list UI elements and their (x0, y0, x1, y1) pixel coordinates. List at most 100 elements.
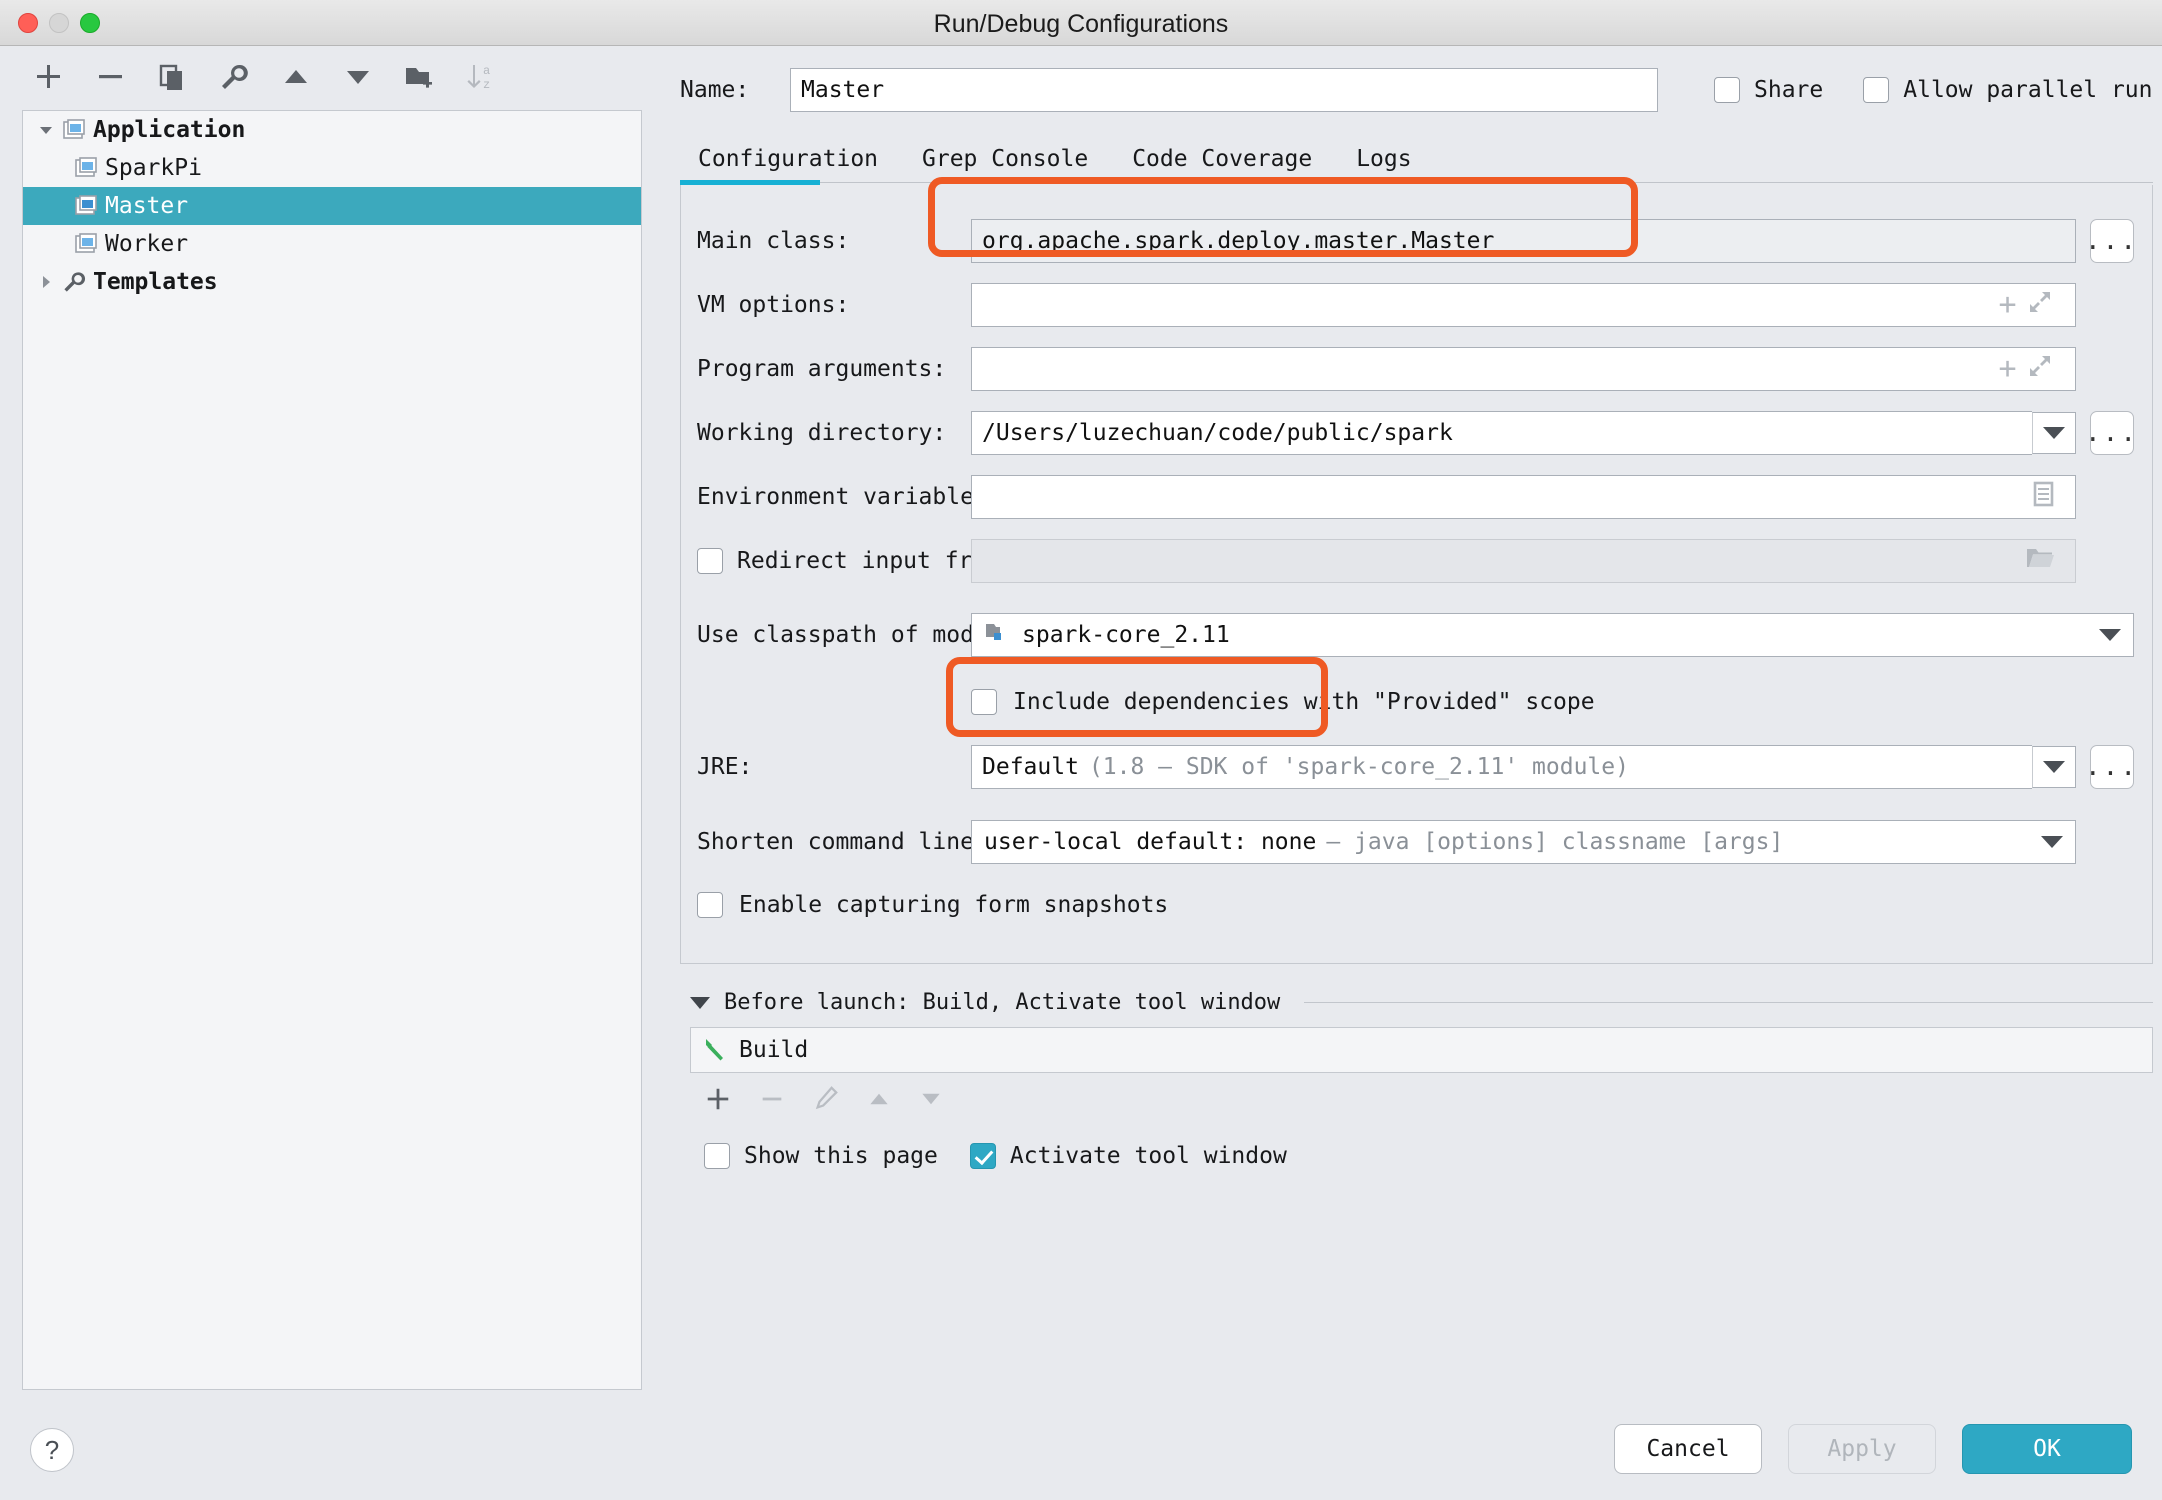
use-classpath-of-module-label: Use classpath of module: (697, 622, 1030, 648)
redirect-input-checkbox[interactable] (697, 548, 723, 574)
run-config-icon (71, 156, 101, 180)
expand-collapse-icon[interactable] (33, 122, 59, 138)
show-this-page-label: Show this page (744, 1143, 938, 1169)
remove-configuration-button[interactable] (90, 57, 130, 97)
add-configuration-button[interactable] (28, 57, 68, 97)
title-bar: Run/Debug Configurations (0, 0, 2162, 46)
help-button[interactable]: ? (30, 1428, 74, 1472)
move-into-folder-button[interactable] (400, 57, 440, 97)
jre-input[interactable]: Default (1.8 – SDK of 'spark-core_2.11' … (971, 745, 2032, 789)
configuration-tab-panel: Main class: org.apache.spark.deploy.mast… (680, 177, 2153, 964)
before-launch-section: Before launch: Build, Activate tool wind… (680, 990, 2153, 1169)
run-debug-configurations-dialog: Run/Debug Configurations a z Application… (0, 0, 2162, 1500)
macro-plus-icon[interactable]: + (1998, 354, 2016, 384)
before-launch-toolbar (690, 1073, 2153, 1129)
activate-tool-window-checkbox[interactable] (969, 1143, 996, 1169)
configurations-tree[interactable]: Application SparkPi Master Worker Templa… (22, 110, 642, 1390)
dialog-footer: ? Cancel Apply OK (0, 1382, 2162, 1500)
tree-node-worker[interactable]: Worker (23, 225, 641, 263)
chevron-down-icon (2042, 761, 2065, 773)
working-directory-row: Working directory: /Users/luzechuan/code… (681, 401, 2152, 465)
expand-icon[interactable] (2027, 353, 2053, 385)
allow-parallel-run-checkbox-row[interactable]: Allow parallel run (1863, 77, 2153, 103)
jre-dropdown-arrow[interactable] (2031, 746, 2076, 788)
module-combobox[interactable]: spark-core_2.11 (971, 613, 2134, 657)
before-launch-header[interactable]: Before launch: Build, Activate tool wind… (690, 990, 2153, 1015)
tree-node-label: Application (93, 117, 246, 143)
show-this-page-checkbox[interactable] (704, 1143, 730, 1169)
expand-collapse-icon[interactable] (33, 274, 59, 290)
ok-button[interactable]: OK (1962, 1424, 2132, 1474)
build-hammer-icon (701, 1034, 729, 1066)
expand-icon[interactable] (2027, 289, 2053, 321)
environment-variables-row: Environment variables: (681, 465, 2152, 529)
macro-plus-icon[interactable]: + (1998, 290, 2016, 320)
allow-parallel-run-checkbox[interactable] (1863, 77, 1890, 103)
name-input[interactable]: Master (790, 68, 1658, 112)
include-provided-checkbox[interactable] (971, 689, 997, 715)
add-task-button[interactable] (704, 1085, 732, 1117)
tree-node-label: Worker (105, 231, 189, 257)
chevron-down-icon (2040, 836, 2063, 848)
footer-buttons: Cancel Apply OK (1614, 1424, 2132, 1474)
editor-tabs[interactable]: Configuration Grep Console Code Coverage… (680, 136, 2153, 180)
remove-task-button[interactable] (758, 1085, 786, 1117)
enable-capturing-label: Enable capturing form snapshots (739, 892, 1169, 918)
folder-icon[interactable] (2025, 545, 2065, 577)
svg-text:z: z (483, 78, 490, 92)
share-checkbox[interactable] (1714, 77, 1740, 103)
move-task-down-button[interactable] (918, 1086, 944, 1116)
tree-node-master[interactable]: Master (23, 187, 641, 225)
enable-capturing-checkbox[interactable] (697, 892, 723, 918)
list-edit-icon[interactable] (2029, 480, 2065, 514)
configuration-editor-pane: Name: Master Share Allow parallel run Co… (660, 46, 2162, 1500)
move-down-button[interactable] (338, 57, 378, 97)
program-arguments-input[interactable]: + (971, 347, 2076, 391)
shorten-value-main: user-local default: none (984, 829, 1317, 855)
cancel-button[interactable]: Cancel (1614, 1424, 1762, 1474)
module-value: spark-core_2.11 (1022, 622, 1230, 648)
tree-node-sparkpi[interactable]: SparkPi (23, 149, 641, 187)
tab-code-coverage[interactable]: Code Coverage (1132, 146, 1312, 180)
working-directory-browse-button[interactable]: ... (2085, 411, 2136, 455)
chevron-down-icon (2042, 427, 2065, 439)
working-directory-history-dropdown[interactable] (2031, 412, 2076, 454)
tree-node-application[interactable]: Application (23, 111, 641, 149)
move-task-up-button[interactable] (866, 1086, 892, 1116)
sort-configurations-button[interactable]: a z (462, 57, 502, 97)
window-title: Run/Debug Configurations (933, 10, 1229, 38)
vm-options-input[interactable]: + (971, 283, 2076, 327)
vm-options-label: VM options: (697, 292, 850, 318)
tab-logs[interactable]: Logs (1356, 146, 1411, 180)
move-up-button[interactable] (276, 57, 316, 97)
edit-templates-wrench-icon[interactable] (214, 57, 254, 97)
tree-node-templates[interactable]: Templates (23, 263, 641, 301)
environment-variables-label: Environment variables: (697, 484, 1002, 510)
tab-configuration[interactable]: Configuration (698, 146, 878, 180)
before-launch-task-list[interactable]: Build (690, 1027, 2153, 1073)
shorten-command-line-combobox[interactable]: user-local default: none – java [options… (971, 820, 2076, 864)
shorten-dropdown-arrow[interactable] (2029, 836, 2075, 848)
edit-task-pencil-icon[interactable] (812, 1085, 840, 1117)
jre-browse-button[interactable]: ... (2085, 745, 2136, 789)
configurations-toolbar: a z (0, 46, 660, 108)
working-directory-input[interactable]: /Users/luzechuan/code/public/spark (971, 411, 2032, 455)
module-dropdown-arrow[interactable] (2087, 629, 2133, 641)
redirect-input-path-input[interactable] (971, 539, 2076, 583)
share-label: Share (1754, 77, 1824, 103)
collapse-triangle-icon[interactable] (690, 996, 710, 1009)
shorten-value-detail: – java [options] classname [args] (1326, 829, 1784, 855)
include-provided-label: Include dependencies with "Provided" sco… (1013, 689, 1595, 715)
share-checkbox-row[interactable]: Share (1714, 77, 1823, 103)
jre-value-detail: (1.8 – SDK of 'spark-core_2.11' module) (1088, 754, 1629, 780)
run-config-icon (71, 194, 101, 218)
shorten-command-line-row: Shorten command line: user-local default… (681, 807, 2152, 877)
copy-configuration-button[interactable] (152, 57, 192, 97)
apply-button[interactable]: Apply (1788, 1424, 1936, 1474)
jre-row: JRE: Default (1.8 – SDK of 'spark-core_2… (681, 727, 2152, 807)
tab-grep-console[interactable]: Grep Console (922, 146, 1088, 180)
environment-variables-input[interactable] (971, 475, 2076, 519)
main-class-browse-button[interactable]: ... (2085, 219, 2136, 263)
main-class-input[interactable]: org.apache.spark.deploy.master.Master (971, 219, 2076, 263)
program-arguments-label: Program arguments: (697, 356, 947, 382)
